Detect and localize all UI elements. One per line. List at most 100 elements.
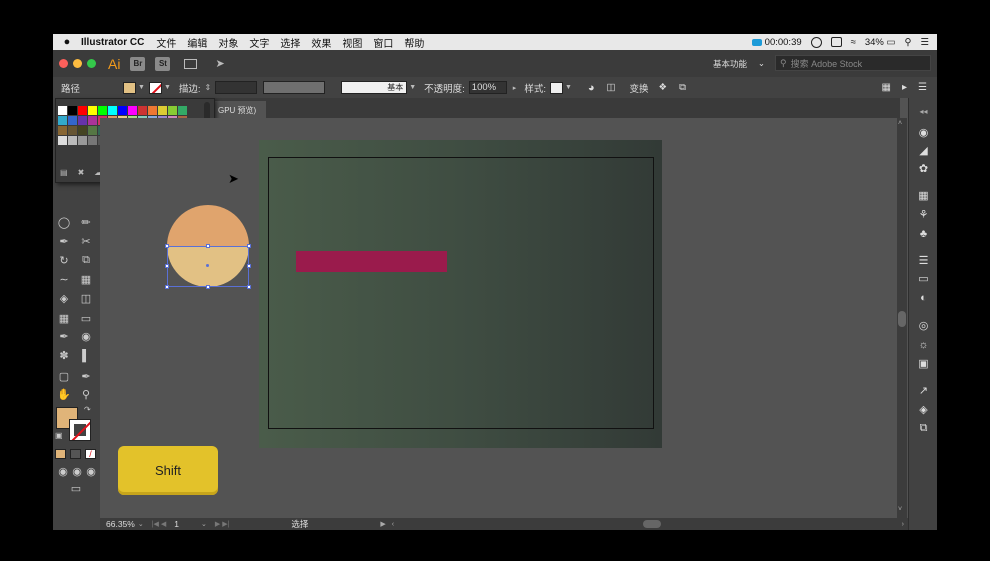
screen-recorder[interactable]: 00:00:39 (751, 37, 802, 48)
rotate-tool-icon[interactable]: ↻ (57, 254, 71, 267)
color-swatch[interactable] (78, 126, 87, 135)
color-swatch[interactable] (78, 136, 87, 145)
menu-help[interactable]: 帮助 (404, 35, 424, 50)
color-guide-panel-icon[interactable]: ◢ (917, 144, 930, 157)
chevron-right-icon[interactable]: ▸ (513, 84, 517, 92)
workspace-switcher[interactable]: 基本功能 ⌄ (710, 56, 768, 71)
input-method-icon[interactable] (830, 37, 842, 47)
default-fill-stroke-icon[interactable]: ▣ (55, 431, 63, 440)
first-artboard-icon[interactable]: |◀ ◀ (152, 520, 167, 528)
color-swatch[interactable] (78, 106, 87, 115)
scroll-up-icon[interactable]: ˄ (898, 120, 902, 127)
notification-list-icon[interactable]: ☰ (920, 37, 929, 48)
shaper-tool-icon[interactable]: ✒ (57, 235, 71, 248)
gradient-tool-icon[interactable]: ▭ (79, 312, 93, 325)
color-swatch[interactable] (68, 136, 77, 145)
stroke-swatch[interactable] (148, 81, 162, 94)
image-trace-panel-icon[interactable]: ▣ (917, 357, 930, 370)
blend-tool-icon[interactable]: ◉ (79, 330, 93, 343)
appearance-panel-icon[interactable]: ◎ (917, 319, 930, 332)
document-tab[interactable]: GPU 预览) (214, 101, 267, 118)
column-graph-tool-icon[interactable]: ▌ (79, 349, 93, 362)
ellipse-tool-icon[interactable]: ◯ (57, 216, 71, 229)
width-tool-icon[interactable]: ∼ (57, 273, 71, 286)
fill-stroke-control[interactable]: ↷ ▣ (55, 405, 98, 445)
color-mode-icon[interactable] (55, 449, 66, 459)
sync-icon[interactable] (810, 36, 822, 48)
swatch-libraries-icon[interactable]: ▤ (60, 168, 68, 177)
menu-select[interactable]: 选择 (280, 35, 300, 50)
scale-tool-icon[interactable]: ⧉ (79, 254, 93, 267)
menu-file[interactable]: 文件 (156, 35, 176, 50)
arrange-documents-icon[interactable] (184, 58, 198, 69)
color-swatch[interactable] (58, 136, 67, 145)
split-circle-shape[interactable] (165, 205, 251, 289)
circle-top-half[interactable] (167, 205, 249, 246)
gpu-performance-icon[interactable]: ➤ (215, 57, 224, 70)
horizontal-scroll-thumb[interactable] (643, 520, 661, 528)
arrange-icon[interactable]: ▸ (902, 82, 907, 93)
export-panel-icon[interactable]: ↗ (917, 384, 930, 397)
bridge-button[interactable]: Br (130, 56, 146, 71)
chevron-down-icon[interactable]: ▼ (409, 84, 416, 91)
none-mode-icon[interactable]: / (85, 449, 96, 459)
hand-tool-icon[interactable]: ✋ (57, 388, 71, 401)
zoom-tool-icon[interactable]: ⚲ (79, 388, 93, 401)
swatches-panel-icon[interactable]: ▦ (917, 189, 930, 202)
handle-middle-left[interactable] (165, 264, 169, 268)
menu-object[interactable]: 对象 (218, 35, 238, 50)
color-swatch[interactable] (78, 116, 87, 125)
screen-mode-icon[interactable]: ▭ (67, 482, 85, 495)
swap-fill-stroke-icon[interactable]: ↷ (84, 405, 91, 414)
handle-middle-right[interactable] (247, 264, 251, 268)
chevron-down-icon[interactable]: ⌄ (201, 520, 207, 528)
brushes-panel-icon[interactable]: ⚘ (917, 208, 930, 221)
artboard[interactable] (268, 157, 654, 429)
handle-bottom-center[interactable] (206, 285, 210, 289)
handle-top-right[interactable] (247, 244, 251, 248)
color-swatch[interactable] (68, 116, 77, 125)
magenta-rectangle[interactable] (296, 251, 447, 272)
color-swatch[interactable] (68, 106, 77, 115)
color-swatch[interactable] (148, 106, 157, 115)
color-swatch[interactable] (88, 126, 97, 135)
vertical-scrollbar[interactable]: ˄ ˅ (897, 118, 907, 518)
draw-normal-icon[interactable]: ◉ (56, 465, 70, 478)
panel-menu-icon[interactable]: ☰ (918, 82, 927, 93)
next-artboard-icon[interactable]: ▶ ▶| (215, 520, 230, 528)
gradient-panel-icon[interactable]: ▭ (917, 272, 930, 285)
vertical-scroll-thumb[interactable] (898, 311, 906, 327)
perspective-grid-tool-icon[interactable]: ◫ (79, 292, 93, 305)
show-swatch-kinds-icon[interactable]: ✖ (78, 168, 85, 177)
menu-view[interactable]: 视图 (342, 35, 362, 50)
color-swatch[interactable] (88, 106, 97, 115)
color-swatch[interactable] (108, 106, 117, 115)
wifi-icon[interactable]: ≈ (851, 37, 856, 48)
stock-search-field[interactable]: ⚲ 搜索 Adobe Stock (775, 55, 931, 71)
handle-top-center[interactable] (206, 244, 210, 248)
envelope-icon[interactable]: ⧉ (679, 82, 686, 93)
zoom-level[interactable]: 66.35% (106, 519, 135, 529)
stroke-weight-input[interactable] (215, 81, 258, 94)
menu-edit[interactable]: 编辑 (187, 35, 207, 50)
isolate-icon[interactable]: ❖ (659, 82, 668, 93)
free-transform-tool-icon[interactable]: ▦ (79, 273, 93, 286)
transform-label[interactable]: 变换 (630, 81, 649, 95)
color-swatch[interactable] (138, 106, 147, 115)
slice-tool-icon[interactable]: ✒ (79, 370, 93, 383)
graphic-style-swatch[interactable] (549, 81, 563, 94)
color-swatch[interactable] (98, 106, 107, 115)
color-panel-icon[interactable]: ◉ (917, 126, 930, 139)
canvas-area[interactable]: Shift ➤ (100, 118, 900, 518)
stock-button[interactable]: St (155, 56, 171, 71)
color-swatch[interactable] (68, 126, 77, 135)
gradient-mode-icon[interactable] (70, 449, 81, 459)
search-icon[interactable]: ⚲ (905, 37, 912, 48)
menu-app-name[interactable]: Illustrator CC (81, 37, 144, 48)
scissors-tool-icon[interactable]: ✂ (79, 235, 93, 248)
color-swatch[interactable] (128, 106, 137, 115)
scroll-right-icon[interactable]: › (902, 521, 904, 528)
color-swatch[interactable] (58, 126, 67, 135)
stroke-color-box[interactable] (69, 419, 91, 441)
brush-definition[interactable]: 基本 (341, 81, 408, 94)
